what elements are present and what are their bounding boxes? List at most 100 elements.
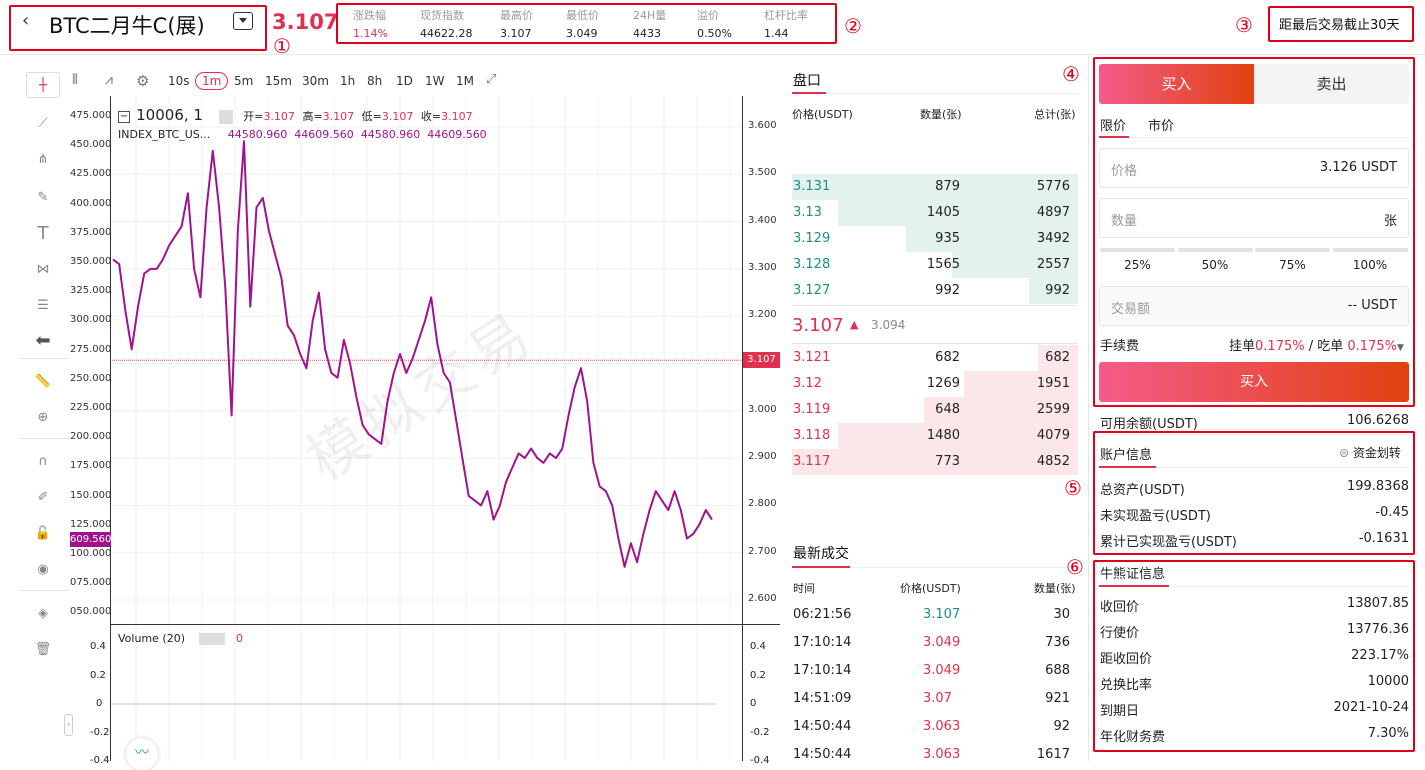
orderbook-row[interactable]: 3.117 773 4852 bbox=[792, 449, 1078, 475]
limit-tab[interactable]: 限价 bbox=[1100, 115, 1126, 134]
collapse-legend-icon[interactable]: − bbox=[118, 110, 130, 123]
symbol-label: 10006, 1 bbox=[136, 106, 203, 124]
volume-axis-left-tick: 0.2 bbox=[90, 669, 106, 681]
magnet-icon[interactable]: ∩ bbox=[26, 448, 60, 474]
ruler-icon[interactable]: 📏 bbox=[26, 368, 60, 394]
percent-track[interactable] bbox=[1177, 248, 1253, 252]
pitchfork-icon[interactable]: ⋔ bbox=[26, 146, 60, 172]
left-axis-tick: 125.000 bbox=[70, 518, 112, 530]
timeframe-1W[interactable]: 1W bbox=[425, 74, 445, 88]
cbbc-row-label: 年化财务费 bbox=[1100, 730, 1166, 745]
percent-track[interactable] bbox=[1100, 248, 1175, 252]
fee-maker-label: 挂单 bbox=[1229, 339, 1256, 354]
trendline-icon[interactable]: ⟋ bbox=[26, 110, 60, 136]
text-icon[interactable]: T bbox=[26, 220, 60, 246]
percent-track[interactable] bbox=[1332, 248, 1408, 252]
timeframe-8h[interactable]: 8h bbox=[367, 74, 382, 88]
timeframe-30m[interactable]: 30m bbox=[302, 74, 329, 88]
orderbook-row[interactable]: 3.127 992 992 bbox=[792, 278, 1078, 304]
orderbook-row[interactable]: 3.13 1405 4897 bbox=[792, 200, 1078, 226]
collapse-panel-handle[interactable]: ‹ bbox=[64, 714, 73, 736]
timeframe-15m[interactable]: 15m bbox=[265, 74, 292, 88]
account-divider bbox=[1156, 467, 1409, 468]
stat-value: 3.107 bbox=[500, 27, 532, 40]
sell-tab[interactable]: 卖出 bbox=[1254, 64, 1409, 104]
submit-buy-button[interactable]: 买入 bbox=[1099, 362, 1409, 402]
cbbc-row: 兑换比率 10000 bbox=[1100, 674, 1409, 694]
timeframe-10s[interactable]: 10s bbox=[168, 74, 190, 88]
quantity-field[interactable]: 数量 张 bbox=[1099, 198, 1409, 238]
settings-icon[interactable]: ⚙ bbox=[136, 72, 149, 90]
orderbook-row[interactable]: 3.128 1565 2557 bbox=[792, 252, 1078, 278]
price-field[interactable]: 价格 3.126 USDT bbox=[1099, 148, 1409, 188]
right-axis-tick: 3.300 bbox=[748, 261, 777, 273]
ob-price: 3.13 bbox=[793, 205, 822, 220]
orderbook-row[interactable]: 3.119 648 2599 bbox=[792, 397, 1078, 423]
toolbar-divider bbox=[18, 438, 70, 439]
trade-qty: 30 bbox=[1053, 607, 1070, 622]
percent-track[interactable] bbox=[1255, 248, 1330, 252]
timeframe-1D[interactable]: 1D bbox=[396, 74, 413, 88]
volume-value: 0 bbox=[236, 632, 243, 645]
stat-value: 1.14% bbox=[353, 27, 388, 40]
quantity-field-label: 数量 bbox=[1111, 214, 1138, 229]
indicators-icon[interactable]: ⩘ bbox=[105, 72, 113, 88]
right-axis-tick: 3.200 bbox=[748, 309, 777, 321]
unlock-icon[interactable]: 🔓 bbox=[26, 520, 60, 546]
orderbook-row[interactable]: 3.121 682 682 bbox=[792, 345, 1078, 371]
ob-price: 3.119 bbox=[793, 402, 831, 417]
amount-field[interactable]: 交易额 -- USDT bbox=[1099, 286, 1409, 326]
pattern-icon[interactable]: ⋈ bbox=[26, 256, 60, 282]
ob-total: 992 bbox=[1045, 283, 1070, 298]
cbbc-divider bbox=[1169, 586, 1409, 587]
orderbook-title[interactable]: 盘口 bbox=[793, 70, 821, 90]
buy-tab[interactable]: 买入 bbox=[1099, 64, 1254, 104]
cbbc-row-value: 2021-10-24 bbox=[1333, 700, 1409, 715]
fullscreen-icon[interactable]: ⤢ bbox=[486, 72, 496, 87]
layers-icon[interactable]: ◈ bbox=[26, 600, 60, 626]
timeframe-1m[interactable]: 1m bbox=[195, 72, 229, 90]
ob-price: 3.118 bbox=[793, 428, 831, 443]
orderbook-row[interactable]: 3.131 879 5776 bbox=[792, 174, 1078, 200]
crosshair-icon[interactable]: ┼ bbox=[26, 72, 60, 98]
cbbc-row: 收回价 13807.85 bbox=[1100, 596, 1409, 616]
orderbook-row[interactable]: 3.129 935 3492 bbox=[792, 226, 1078, 252]
tr-header-qty: 数量(张) bbox=[1034, 582, 1076, 595]
volume-settings-icon[interactable] bbox=[198, 633, 225, 645]
stat-5: 溢价 0.50% bbox=[697, 7, 732, 40]
transfer-button[interactable]: ⊜ 资金划转 bbox=[1339, 444, 1401, 461]
percent-option-50%[interactable]: 50% bbox=[1178, 258, 1253, 272]
brush-icon[interactable]: ✎ bbox=[26, 184, 60, 210]
cbbc-row-value: 13807.85 bbox=[1346, 596, 1409, 611]
candle-type-icon[interactable]: ⫴ bbox=[72, 72, 78, 88]
percent-option-25%[interactable]: 25% bbox=[1100, 258, 1175, 272]
timeframe-1h[interactable]: 1h bbox=[340, 74, 355, 88]
trades-title[interactable]: 最新成交 bbox=[793, 543, 849, 563]
orderbook-row[interactable]: 3.118 1480 4079 bbox=[792, 423, 1078, 449]
zoom-in-icon[interactable]: ⊕ bbox=[26, 404, 60, 430]
fib-icon[interactable]: ☰ bbox=[26, 292, 60, 318]
lock-drawing-icon[interactable]: ✐ bbox=[26, 484, 60, 510]
open-label: 开= bbox=[243, 110, 264, 123]
ob-price: 3.128 bbox=[793, 257, 831, 272]
legend-settings-icon[interactable] bbox=[219, 109, 234, 124]
fee-values[interactable]: 挂单0.175% / 吃单 0.175%▼ bbox=[1229, 335, 1404, 354]
timeframe-5m[interactable]: 5m bbox=[234, 74, 253, 88]
volume-legend: Volume (20) 0 bbox=[118, 632, 243, 645]
timeframe-1M[interactable]: 1M bbox=[456, 74, 474, 88]
trade-row: 17:10:14 3.049 688 bbox=[792, 663, 1078, 683]
percent-option-75%[interactable]: 75% bbox=[1255, 258, 1330, 272]
eye-icon[interactable]: ◉ bbox=[26, 556, 60, 582]
percent-option-100%[interactable]: 100% bbox=[1333, 258, 1408, 272]
back-arrow-icon[interactable]: ⬅ bbox=[26, 327, 60, 353]
limit-tab-underline bbox=[1099, 136, 1129, 138]
current-price-tag: 3.107 bbox=[743, 352, 780, 368]
right-axis-tick: 2.700 bbox=[748, 545, 777, 557]
left-axis-tick: 475.000 bbox=[70, 110, 112, 121]
market-tab[interactable]: 市价 bbox=[1148, 115, 1174, 134]
stat-label: 24H量 bbox=[633, 9, 667, 22]
orderbook-row[interactable]: 3.12 1269 1951 bbox=[792, 371, 1078, 397]
right-axis-tick: 2.600 bbox=[748, 593, 777, 604]
trash-icon[interactable]: 🗑 bbox=[26, 636, 60, 662]
last-price: 3.107 bbox=[272, 10, 339, 34]
